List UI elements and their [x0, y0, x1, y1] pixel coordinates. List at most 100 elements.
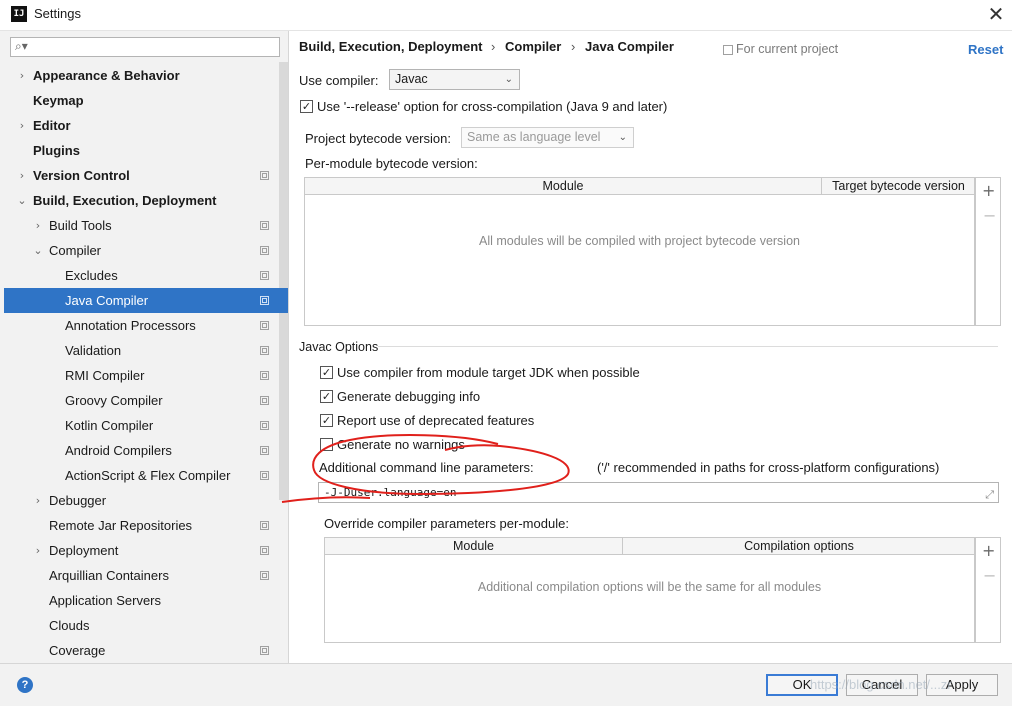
intellij-icon: IJ — [11, 6, 27, 22]
sidebar-item-application-servers[interactable]: Application Servers — [4, 588, 288, 613]
debugging-info-checkbox[interactable]: ✓ — [320, 390, 333, 403]
red-annotation-circle — [281, 434, 570, 503]
chevron-down-icon[interactable]: ⌄ — [16, 188, 28, 213]
breadcrumb-separator: › — [491, 39, 496, 54]
use-module-jdk-label: Use compiler from module target JDK when… — [337, 365, 640, 380]
expand-icon[interactable]: ⤢ — [985, 485, 994, 504]
sidebar-item-label: ActionScript & Flex Compiler — [65, 468, 231, 483]
add-icon[interactable]: + — [982, 181, 995, 200]
column-header-module[interactable]: Module — [325, 538, 622, 554]
sidebar-item-keymap[interactable]: Keymap — [4, 88, 288, 113]
sidebar-item-label: Editor — [33, 118, 71, 133]
use-compiler-select[interactable]: Javac ⌄ — [389, 69, 520, 90]
search-icon: ⌕▾ — [15, 39, 28, 53]
sidebar-item-plugins[interactable]: Plugins — [4, 138, 288, 163]
remove-icon[interactable]: − — [983, 206, 996, 225]
column-header-compilation-options[interactable]: Compilation options — [622, 538, 975, 554]
sidebar-item-version-control[interactable]: › Version Control — [4, 163, 288, 188]
deprecated-features-checkbox[interactable]: ✓ — [320, 414, 333, 427]
sidebar-item-excludes[interactable]: Excludes — [4, 263, 288, 288]
chevron-down-icon: ⌄ — [618, 132, 627, 143]
sidebar-item-label: Kotlin Compiler — [65, 418, 154, 433]
help-icon[interactable]: ? — [17, 677, 33, 693]
sidebar-item-coverage[interactable]: Coverage — [4, 638, 288, 663]
sidebar-item-compiler[interactable]: ⌄ Compiler — [4, 238, 288, 263]
project-bytecode-select[interactable]: Same as language level ⌄ — [461, 127, 634, 148]
sidebar-item-label: Deployment — [49, 543, 119, 558]
sidebar-item-label: Clouds — [49, 618, 90, 633]
sidebar-item-build-execution-deployment[interactable]: ⌄ Build, Execution, Deployment — [4, 188, 288, 213]
column-header-module[interactable]: Module — [305, 178, 821, 194]
per-module-table[interactable]: Module Target bytecode version All modul… — [304, 177, 975, 326]
breadcrumb-compiler[interactable]: Compiler — [505, 39, 561, 54]
release-option-label: Use '--release' option for cross-compila… — [317, 99, 668, 114]
remove-icon[interactable]: − — [983, 566, 996, 585]
chevron-right-icon[interactable]: › — [32, 538, 44, 563]
sidebar-item-label: Application Servers — [49, 593, 161, 608]
project-bytecode-label: Project bytecode version: — [305, 131, 451, 146]
breadcrumb-build[interactable]: Build, Execution, Deployment — [299, 39, 482, 54]
sidebar-item-validation[interactable]: Validation — [4, 338, 288, 363]
paths-hint: ('/' recommended in paths for cross-plat… — [597, 460, 940, 475]
chevron-right-icon[interactable]: › — [16, 163, 28, 188]
sidebar-item-java-compiler[interactable]: Java Compiler — [4, 288, 288, 313]
breadcrumb-separator: › — [571, 39, 576, 54]
override-toolbar: + − — [975, 537, 1001, 643]
sidebar-item-editor[interactable]: › Editor — [4, 113, 288, 138]
close-icon[interactable]: ✕ — [986, 3, 1006, 25]
sidebar-item-label: Android Compilers — [65, 443, 172, 458]
project-scope-icon — [260, 221, 269, 230]
project-scope-icon — [260, 271, 269, 280]
column-header-target-bytecode[interactable]: Target bytecode version — [821, 178, 975, 194]
chevron-right-icon[interactable]: › — [16, 63, 28, 88]
sidebar-item-deployment[interactable]: › Deployment — [4, 538, 288, 563]
chevron-down-icon[interactable]: ⌄ — [32, 238, 44, 263]
sidebar-item-label: Keymap — [33, 93, 84, 108]
sidebar-item-kotlin-compiler[interactable]: Kotlin Compiler — [4, 413, 288, 438]
sidebar-item-label: Plugins — [33, 143, 80, 158]
sidebar-item-label: Arquillian Containers — [49, 568, 169, 583]
per-module-toolbar: + − — [975, 177, 1001, 326]
sidebar-item-remote-jar-repositories[interactable]: Remote Jar Repositories — [4, 513, 288, 538]
sidebar-item-rmi-compiler[interactable]: RMI Compiler — [4, 363, 288, 388]
sidebar-item-android-compilers[interactable]: Android Compilers — [4, 438, 288, 463]
override-empty-text: Additional compilation options will be t… — [477, 580, 822, 594]
project-bytecode-value: Same as language level — [467, 130, 601, 144]
sidebar-item-label: Appearance & Behavior — [33, 68, 180, 83]
chevron-right-icon[interactable]: › — [32, 213, 44, 238]
override-table[interactable]: Module Compilation options Additional co… — [324, 537, 975, 643]
sidebar-item-groovy-compiler[interactable]: Groovy Compiler — [4, 388, 288, 413]
release-option-checkbox[interactable]: ✓ — [300, 100, 313, 113]
settings-search-input[interactable]: ⌕▾ — [10, 37, 280, 57]
project-scope-icon — [260, 521, 269, 530]
sidebar-item-appearance-behavior[interactable]: › Appearance & Behavior — [4, 63, 288, 88]
add-icon[interactable]: + — [982, 541, 995, 560]
sidebar-item-clouds[interactable]: Clouds — [4, 613, 288, 638]
table-header: Module Compilation options — [325, 538, 974, 555]
chevron-right-icon[interactable]: › — [16, 113, 28, 138]
project-scope-icon — [260, 446, 269, 455]
sidebar-item-debugger[interactable]: › Debugger — [4, 488, 288, 513]
reset-link[interactable]: Reset — [968, 42, 1003, 57]
project-scope-icon — [260, 321, 269, 330]
sidebar-item-label: Java Compiler — [65, 293, 149, 308]
chevron-right-icon[interactable]: › — [32, 488, 44, 513]
sidebar-item-label: Build Tools — [49, 218, 112, 233]
sidebar-item-actionscript-flex-compiler[interactable]: ActionScript & Flex Compiler — [4, 463, 288, 488]
project-scope-icon — [723, 45, 733, 55]
use-module-jdk-checkbox[interactable]: ✓ — [320, 366, 333, 379]
debugging-info-label: Generate debugging info — [337, 389, 481, 404]
project-scope-icon — [260, 421, 269, 430]
sidebar-item-label: Excludes — [65, 268, 118, 283]
sidebar-item-build-tools[interactable]: › Build Tools — [4, 213, 288, 238]
sidebar-item-annotation-processors[interactable]: Annotation Processors — [4, 313, 288, 338]
sidebar-item-label: Groovy Compiler — [65, 393, 163, 408]
watermark: https://blog.csdn.net/...zr — [810, 677, 952, 692]
for-current-project-label: For current project — [736, 42, 839, 56]
project-scope-icon — [260, 571, 269, 580]
sidebar-item-label: Validation — [65, 343, 122, 358]
project-scope-icon — [260, 646, 269, 655]
per-module-empty-text: All modules will be compiled with projec… — [479, 234, 800, 248]
per-module-label: Per-module bytecode version: — [305, 156, 478, 171]
sidebar-item-arquillian-containers[interactable]: Arquillian Containers — [4, 563, 288, 588]
